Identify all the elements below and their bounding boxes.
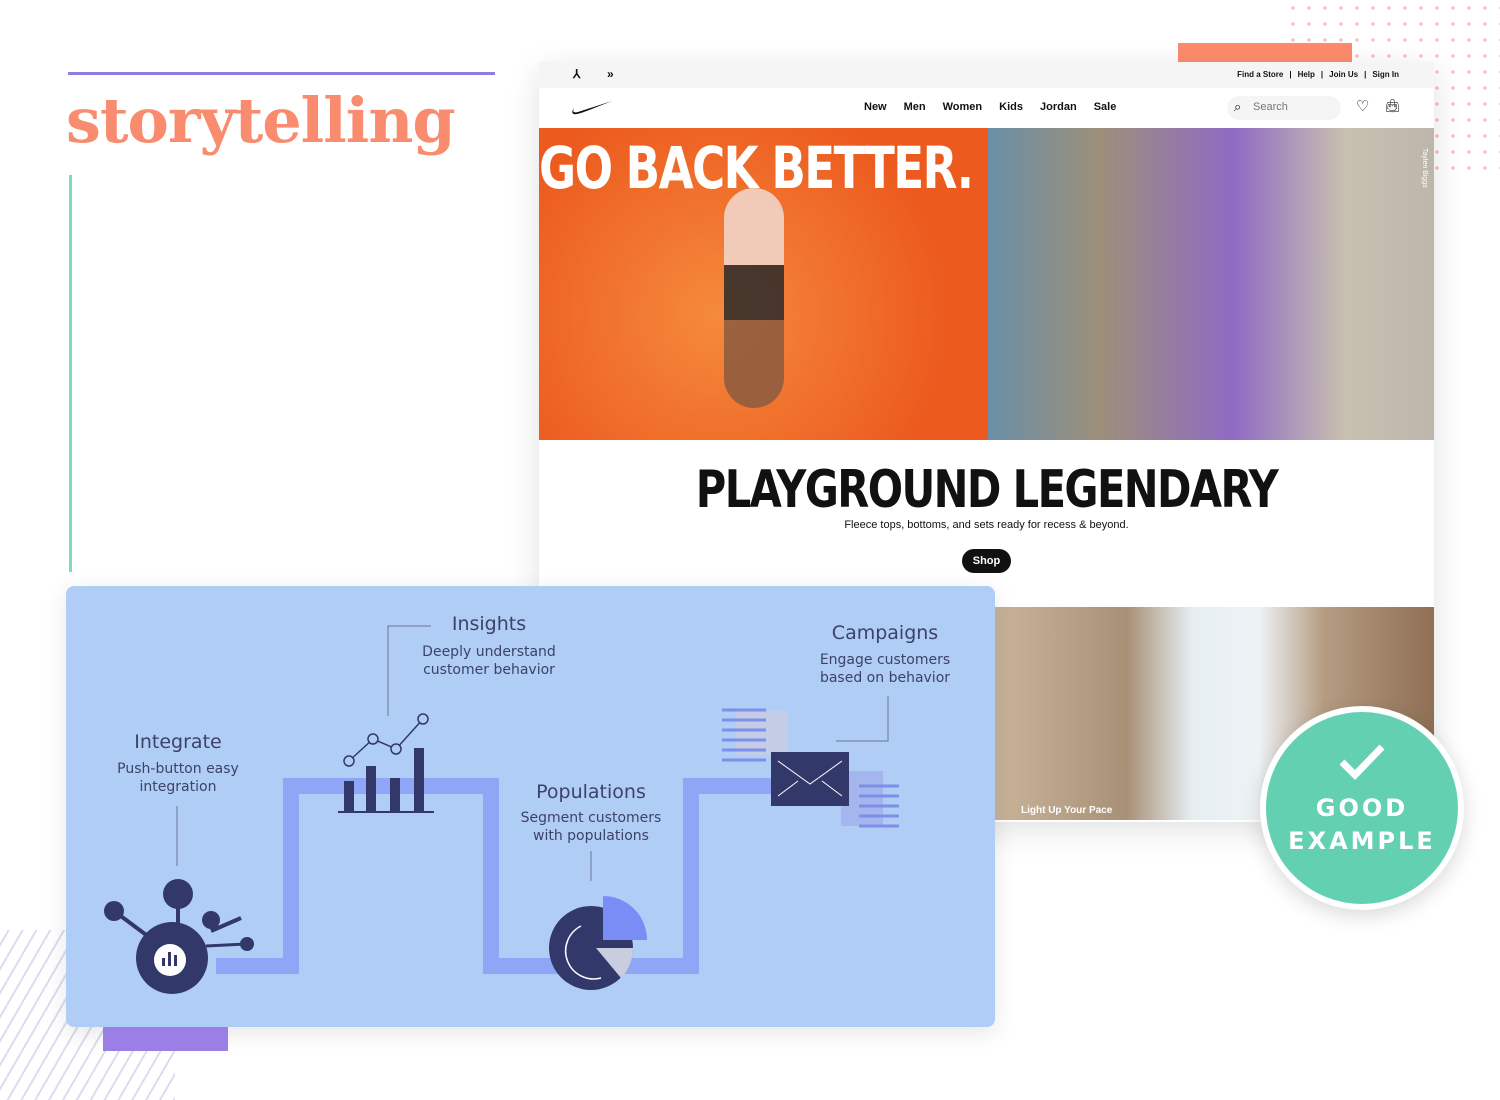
search-placeholder: Search bbox=[1253, 101, 1288, 113]
populations-title: Populations bbox=[536, 781, 646, 803]
integrate-desc-1: Push-button easy bbox=[117, 761, 239, 777]
populations-desc-2: with populations bbox=[533, 828, 649, 844]
section-title: PLAYGROUND LEGENDARY bbox=[695, 460, 1279, 520]
insights-desc-1: Deeply understand bbox=[422, 644, 556, 660]
badge-line-2: EXAMPLE bbox=[1288, 827, 1436, 855]
nav-men[interactable]: Men bbox=[904, 101, 926, 113]
section-subtitle: Fleece tops, bottoms, and sets ready for… bbox=[844, 519, 1129, 531]
good-example-badge: GOOD EXAMPLE bbox=[1260, 706, 1464, 910]
nav-sale[interactable]: Sale bbox=[1094, 101, 1117, 113]
campaigns-desc-1: Engage customers bbox=[820, 652, 950, 668]
utility-bar: ⅄ » Find a Store | Help | Join Us | Sign… bbox=[539, 62, 1434, 88]
integrate-desc-2: integration bbox=[140, 779, 217, 795]
coral-block-decoration bbox=[1178, 43, 1352, 64]
bag-icon[interactable]: 👜︎ bbox=[1384, 98, 1401, 114]
nav-new[interactable]: New bbox=[864, 101, 887, 113]
converse-logo-icon[interactable]: » bbox=[607, 67, 614, 81]
nav-kids[interactable]: Kids bbox=[999, 101, 1023, 113]
heart-icon[interactable]: ♡ bbox=[1356, 97, 1369, 115]
pie-chart-icon bbox=[549, 896, 647, 990]
journey-path bbox=[216, 778, 811, 974]
separator: | bbox=[1364, 70, 1367, 79]
separator: | bbox=[1320, 70, 1324, 79]
jordan-logo-icon[interactable]: ⅄ bbox=[573, 67, 580, 81]
campaigns-title: Campaigns bbox=[832, 622, 938, 644]
campaigns-desc-2: based on behavior bbox=[820, 670, 950, 686]
sign-in-link[interactable]: Sign In bbox=[1372, 70, 1399, 79]
nav-women[interactable]: Women bbox=[943, 101, 983, 113]
find-store-link[interactable]: Find a Store bbox=[1237, 70, 1283, 79]
badge-line-1: GOOD bbox=[1315, 794, 1409, 822]
storytelling-diagram: Integrate Push-button easy integration I… bbox=[66, 586, 995, 1027]
title-rule bbox=[68, 72, 495, 75]
search-icon: ⌕ bbox=[1234, 99, 1242, 114]
nike-swoosh-logo-icon[interactable] bbox=[571, 100, 613, 116]
join-us-link[interactable]: Join Us bbox=[1329, 70, 1358, 79]
bar-chart-icon bbox=[338, 713, 434, 813]
shop-button[interactable]: Shop bbox=[962, 549, 1011, 573]
hero-image-orange[interactable]: GO BACK BETTER. bbox=[539, 128, 988, 440]
search-input[interactable]: ⌕ Search bbox=[1227, 96, 1341, 120]
populations-desc-1: Segment customers bbox=[521, 810, 662, 826]
photo-credit: Taylen Biggs bbox=[1421, 148, 1428, 188]
check-icon bbox=[1339, 744, 1385, 780]
page-title: storytelling bbox=[66, 84, 456, 157]
hero-headline: GO BACK BETTER. bbox=[539, 134, 974, 202]
jumping-kid-photo bbox=[724, 188, 784, 408]
help-link[interactable]: Help bbox=[1298, 70, 1315, 79]
envelope-icon bbox=[722, 708, 899, 828]
insights-desc-2: customer behavior bbox=[423, 662, 555, 678]
nav-jordan[interactable]: Jordan bbox=[1040, 101, 1077, 113]
running-caption: Light Up Your Pace bbox=[1021, 805, 1113, 816]
main-nav: New Men Women Kids Jordan Sale ⌕ Search ♡… bbox=[539, 88, 1434, 128]
separator: | bbox=[1289, 70, 1292, 79]
insights-title: Insights bbox=[452, 613, 526, 635]
vertical-rule bbox=[69, 175, 72, 572]
integrate-title: Integrate bbox=[134, 731, 221, 753]
purple-block-decoration bbox=[103, 1027, 228, 1051]
integrate-icon bbox=[104, 879, 254, 994]
hero-image-kids[interactable]: Taylen Biggs bbox=[988, 128, 1434, 440]
